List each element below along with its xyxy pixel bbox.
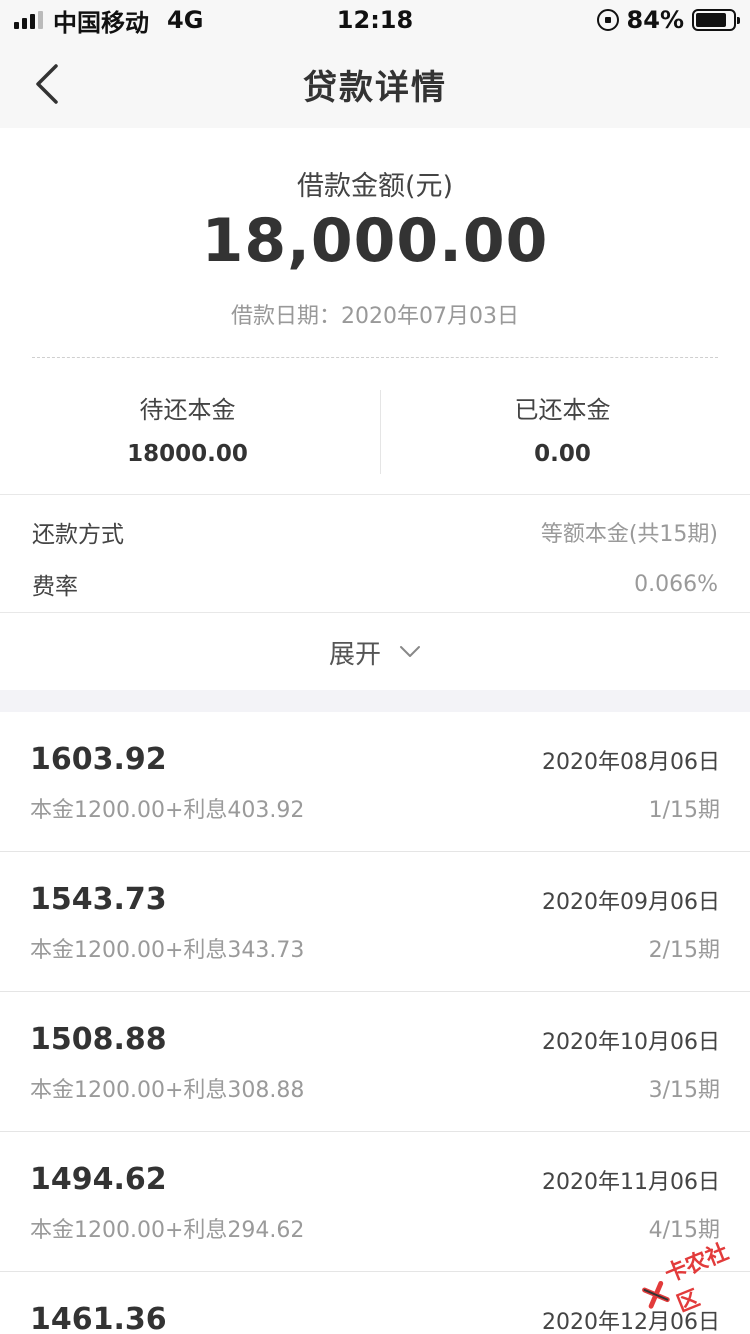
- installment-date: 2020年11月06日: [542, 1170, 720, 1195]
- chevron-down-icon: [400, 646, 420, 657]
- battery-icon: [692, 9, 740, 31]
- repayment-method-value: 等额本金(共15期): [540, 522, 718, 547]
- expand-label: 展开: [328, 639, 381, 670]
- rate-label: 费率: [32, 574, 78, 600]
- network-type: 4G: [167, 6, 204, 34]
- rate-value: 0.066%: [634, 571, 718, 597]
- installment-amount: 1543.73: [30, 882, 167, 917]
- expand-button[interactable]: 展开: [0, 614, 750, 690]
- rotation-lock-icon: [596, 9, 619, 31]
- installment-date: 2020年08月06日: [542, 750, 720, 775]
- divider: [0, 612, 750, 613]
- installment-detail: 本金1200.00+利息294.62: [30, 1218, 305, 1243]
- loan-amount-label: 借款金额(元): [296, 171, 454, 202]
- status-left: 中国移动 4G: [14, 3, 203, 38]
- page-title: 贷款详情: [303, 67, 447, 108]
- repayment-method-row: 还款方式 等额本金(共15期): [32, 512, 718, 552]
- chevron-left-icon[interactable]: [30, 62, 70, 106]
- section-gap: [0, 690, 750, 712]
- list-item[interactable]: 1494.62 2020年11月06日 本金1200.00+利息294.62 4…: [0, 1132, 750, 1272]
- paid-principal-label: 已还本金: [514, 396, 611, 424]
- paid-principal-value: 0.00: [534, 441, 591, 467]
- status-bar: 中国移动 4G 12:18 84%: [0, 0, 750, 40]
- nav-bar: 贷款详情: [0, 40, 750, 128]
- rate-row: 费率 0.066%: [32, 564, 718, 604]
- installment-date: 2020年09月06日: [542, 890, 720, 915]
- signal-icon: [14, 11, 43, 29]
- loan-summary: 借款金额(元) 18,000.00 借款日期：2020年07月03日 待还本金 …: [0, 128, 750, 494]
- installment-amount: 1494.62: [30, 1162, 167, 1197]
- loan-date: 借款日期：2020年07月03日: [231, 304, 519, 329]
- battery-percent: 84%: [626, 6, 684, 34]
- installment-detail: 本金1200.00+利息403.92: [30, 798, 305, 823]
- pending-principal: 待还本金 18000.00: [0, 390, 375, 467]
- divider: [0, 494, 750, 495]
- list-item[interactable]: 1543.73 2020年09月06日 本金1200.00+利息343.73 2…: [0, 852, 750, 992]
- status-right: 84%: [596, 6, 740, 34]
- installment-date: 2020年10月06日: [542, 1030, 720, 1055]
- loan-detail-page: 中国移动 4G 12:18 84% 贷款详情 借款金额(元) 18,000.00…: [0, 0, 750, 1334]
- list-item[interactable]: 1603.92 2020年08月06日 本金1200.00+利息403.92 1…: [0, 712, 750, 852]
- paid-principal: 已还本金 0.00: [375, 390, 750, 467]
- carrier-name: 中国移动: [53, 8, 149, 37]
- pending-principal-value: 18000.00: [127, 441, 248, 467]
- battery-fill: [696, 13, 727, 27]
- installment-detail: 本金1200.00+利息308.88: [30, 1078, 305, 1103]
- pending-principal-label: 待还本金: [139, 396, 236, 424]
- dashed-divider: [32, 357, 718, 358]
- installment-amount: 1461.36: [30, 1302, 167, 1334]
- installment-detail: 本金1200.00+利息343.73: [30, 938, 305, 963]
- installment-amount: 1603.92: [30, 742, 167, 777]
- installment-period: 3/15期: [648, 1078, 720, 1103]
- installment-period: 1/15期: [648, 798, 720, 823]
- loan-amount: 18,000.00: [201, 206, 549, 276]
- repayment-method-label: 还款方式: [32, 522, 124, 548]
- installment-amount: 1508.88: [30, 1022, 167, 1057]
- installment-period: 2/15期: [648, 938, 720, 963]
- list-item[interactable]: 1508.88 2020年10月06日 本金1200.00+利息308.88 3…: [0, 992, 750, 1132]
